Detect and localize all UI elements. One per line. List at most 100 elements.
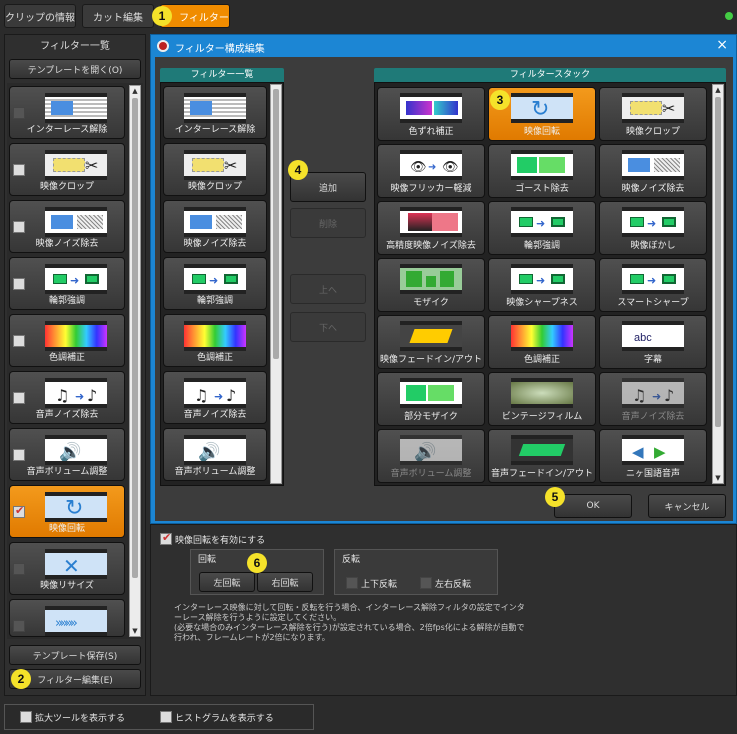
filter-tile-blur[interactable]: ➜ 映像ぼかし [599,201,707,255]
cancel-button[interactable]: キャンセル [648,494,726,518]
filter-tile-bilingual[interactable]: ◀ ▶ ニヶ国語音声 [599,429,707,483]
filter-tile-ghost[interactable]: ゴースト除去 [488,144,596,198]
flip-vertical-checkbox[interactable] [346,577,358,589]
bilingual-icon: ◀ ▶ [622,435,684,465]
filter-enable-checkbox[interactable] [13,221,25,233]
filter-tile-flicker[interactable]: 👁 ➜ 👁 映像フリッカー軽減 [377,144,485,198]
filter-tile-color[interactable]: 色調補正 [488,315,596,369]
filter-enable-checkbox[interactable] [13,563,25,575]
filter-tile-resize[interactable]: ✕ 映像リサイズ [9,542,125,595]
audio-noise-icon: ♫ ➜ ♪ [622,378,684,408]
vintage-icon [511,378,573,408]
filter-tile-partial-mosaic[interactable]: 部分モザイク [377,372,485,426]
filter-tile-volume[interactable]: 🔊 音声ボリューム調整 [163,428,267,481]
template-open-button[interactable]: テンプレートを開く(O) [9,59,141,79]
app-icon [157,40,169,52]
filter-tile-noise[interactable]: 映像ノイズ除去 [9,200,125,253]
move-up-button[interactable]: 上へ [290,274,366,304]
close-icon[interactable]: × [716,37,728,53]
ghost-icon [511,150,573,180]
left-scrollbar[interactable]: ▲ ▼ [129,85,141,637]
filter-tile-interlace[interactable]: インターレース解除 [9,86,125,139]
zoom-tool-checkbox[interactable] [20,711,32,723]
move-down-button[interactable]: 下へ [290,312,366,342]
delete-button[interactable]: 削除 [290,208,366,238]
filter-tile-hq-noise[interactable]: 高精度映像ノイズ除去 [377,201,485,255]
filter-tile-rotate[interactable]: ↻ 映像回転 ✔ [9,485,125,538]
filter-tile-label: 色調補正 [196,353,233,363]
partial-mosaic-icon [400,378,462,408]
edge-icon: ➜ [511,207,573,237]
filter-tile-interlace[interactable]: インターレース解除 [163,86,267,139]
filter-tile-crop[interactable]: ✂ 映像クロップ [9,143,125,196]
rotate-icon: ↻ [511,93,573,123]
filter-tile-fade[interactable]: 映像フェードイン/アウト [377,315,485,369]
hq-noise-icon [400,207,462,237]
filter-tile-audio-noise[interactable]: ♫ ➜ ♪ 音声ノイズ除去 [599,372,707,426]
filter-tile-color[interactable]: 色調補正 [9,314,125,367]
filter-enable-checkbox[interactable] [13,392,25,404]
filter-enable-checkbox[interactable]: ✔ [13,504,25,518]
filter-tile-label: 音声ノイズ除去 [621,412,685,422]
fade-icon [400,321,462,351]
volume-icon: 🔊 [184,435,246,465]
filter-tile-volume[interactable]: 🔊 音声ボリューム調整 [377,429,485,483]
filter-tile-audio-fade[interactable]: 音声フェードイン/アウト [488,429,596,483]
filter-tile-edge[interactable]: ➜ 輪郭強調 [163,257,267,310]
filter-stack-scrollbar[interactable]: ▲ ▼ [712,84,724,484]
filter-tile-colorshift[interactable]: 色ずれ補正 [377,87,485,141]
tab-cut-edit[interactable]: カット編集 [82,4,154,28]
filter-tile-subtitle[interactable]: abc 字幕 [599,315,707,369]
filter-tile-edge[interactable]: ➜ 輪郭強調 [9,257,125,310]
filter-tile-audio-noise[interactable]: ♫ ➜ ♪ 音声ノイズ除去 [163,371,267,424]
filter-list-scrollbar[interactable] [270,84,282,484]
filter-tile-label: 輪郭強調 [48,296,85,306]
flip-horizontal-checkbox[interactable] [420,577,432,589]
rotate-icon: ↻ [45,492,107,522]
filter-tile-vintage[interactable]: ビンテージフィルム [488,372,596,426]
histogram-checkbox[interactable] [160,711,172,723]
template-save-button[interactable]: テンプレート保存(S) [9,645,141,665]
filter-list-header: フィルター一覧 [160,68,284,82]
edge-icon: ➜ [622,264,684,294]
filter-tile-color[interactable]: 色調補正 [163,314,267,367]
filter-tile-label: 色調補正 [48,353,85,363]
filter-tile-label: 高精度映像ノイズ除去 [386,241,476,251]
filter-stack-header: フィルタースタック [374,68,726,82]
rotate-left-button[interactable]: 左回転 [199,572,255,592]
filter-enable-checkbox[interactable] [13,620,25,632]
volume-icon: 🔊 [45,435,107,465]
ok-button[interactable]: OK [554,494,632,518]
filter-tile-label: 音声ボリューム調整 [174,467,256,477]
badge-6: 6 [247,553,267,573]
filter-tile-label: 映像ノイズ除去 [621,184,685,194]
filter-tile-crop[interactable]: ✂ 映像クロップ [599,87,707,141]
filter-enable-checkbox[interactable] [13,278,25,290]
filter-tile-label: インターレース解除 [26,125,108,135]
filter-tile-crop[interactable]: ✂ 映像クロップ [163,143,267,196]
filter-tile-edge[interactable]: ➜ 映像シャープネス [488,258,596,312]
filter-tile-label: 音声ボリューム調整 [390,469,472,479]
filter-tile-label: 映像シャープネス [506,298,578,308]
filter-tile-noise[interactable]: 映像ノイズ除去 [163,200,267,253]
filter-tile-edge[interactable]: ➜ スマートシャープ [599,258,707,312]
enable-rotate-checkbox[interactable]: ✔ [160,531,172,545]
filter-tile-volume[interactable]: 🔊 音声ボリューム調整 [9,428,125,481]
filter-tile-label: ゴースト除去 [515,184,569,194]
tab-clip-info[interactable]: クリップの情報 [4,4,76,28]
filter-tile-label: 映像ノイズ除去 [35,239,99,249]
filter-tile-mosaic[interactable]: モザイク [377,258,485,312]
filter-enable-checkbox[interactable] [13,164,25,176]
rotate-right-button[interactable]: 右回転 [257,572,313,592]
filter-enable-checkbox[interactable] [13,449,25,461]
mosaic-icon [400,264,462,294]
filter-tile-edge[interactable]: ➜ 輪郭強調 [488,201,596,255]
zoom-tool-label: 拡大ツールを表示する [35,714,126,724]
flip-group-label: 反転 [342,555,361,565]
filter-tile-arrows[interactable]: »»»» [9,599,125,637]
interlace-icon [184,93,246,123]
filter-enable-checkbox[interactable] [13,335,25,347]
filter-tile-noise[interactable]: 映像ノイズ除去 [599,144,707,198]
filter-enable-checkbox[interactable] [13,107,25,119]
filter-tile-audio-noise[interactable]: ♫ ➜ ♪ 音声ノイズ除去 [9,371,125,424]
